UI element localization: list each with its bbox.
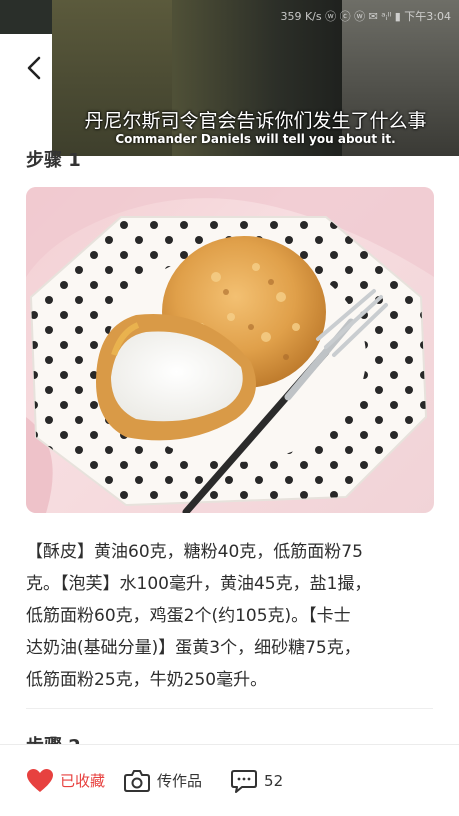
status-bar-text: 359 K/s ⓦ ⓒ ⓦ ✉ ᵃᵢˡˡ ▮ 下午3:04: [280, 10, 451, 23]
description-line: 克。【泡芙】水100毫升，黄油45克，盐1撮，: [26, 574, 372, 594]
bottom-action-bar: 已收藏 传作品 52: [0, 744, 459, 816]
description-line: 低筋面粉25克，牛奶250毫升。: [26, 670, 268, 690]
recipe-photo[interactable]: [26, 187, 434, 513]
comment-button[interactable]: 52: [230, 768, 283, 794]
step-title: 步骤 1: [26, 150, 81, 171]
upload-work-button[interactable]: 传作品: [123, 768, 202, 794]
description-line: 达奶油(基础分量)】蛋黄3个，细砂糖75克，: [26, 638, 361, 658]
cream-puff-image: [26, 187, 434, 513]
favorite-button[interactable]: 已收藏: [26, 768, 105, 794]
back-arrow-icon: [27, 56, 41, 80]
camera-icon: [124, 769, 151, 792]
video-overlay[interactable]: 359 K/s ⓦ ⓒ ⓦ ✉ ᵃᵢˡˡ ▮ 下午3:04 丹尼尔斯司令官会告诉…: [52, 0, 459, 156]
video-subtitle-cn: 丹尼尔斯司令官会告诉你们发生了什么事: [84, 110, 427, 132]
upload-work-label: 传作品: [157, 772, 203, 790]
heart-icon: [27, 768, 53, 792]
description-line: 【酥皮】黄油60克，糖粉40克，低筋面粉75: [26, 542, 363, 562]
favorite-label: 已收藏: [60, 772, 106, 790]
comment-icon: [231, 769, 258, 793]
video-subtitle-en: Commander Daniels will tell you about it…: [115, 132, 396, 146]
divider: [26, 708, 433, 709]
back-button[interactable]: [14, 48, 54, 88]
comment-count: 52: [264, 771, 284, 790]
step-description: 【酥皮】黄油60克，糖粉40克，低筋面粉75 克。【泡芙】水100毫升，黄油45…: [26, 536, 436, 696]
description-line: 低筋面粉60克，鸡蛋2个(约105克)。【卡士: [26, 606, 351, 626]
